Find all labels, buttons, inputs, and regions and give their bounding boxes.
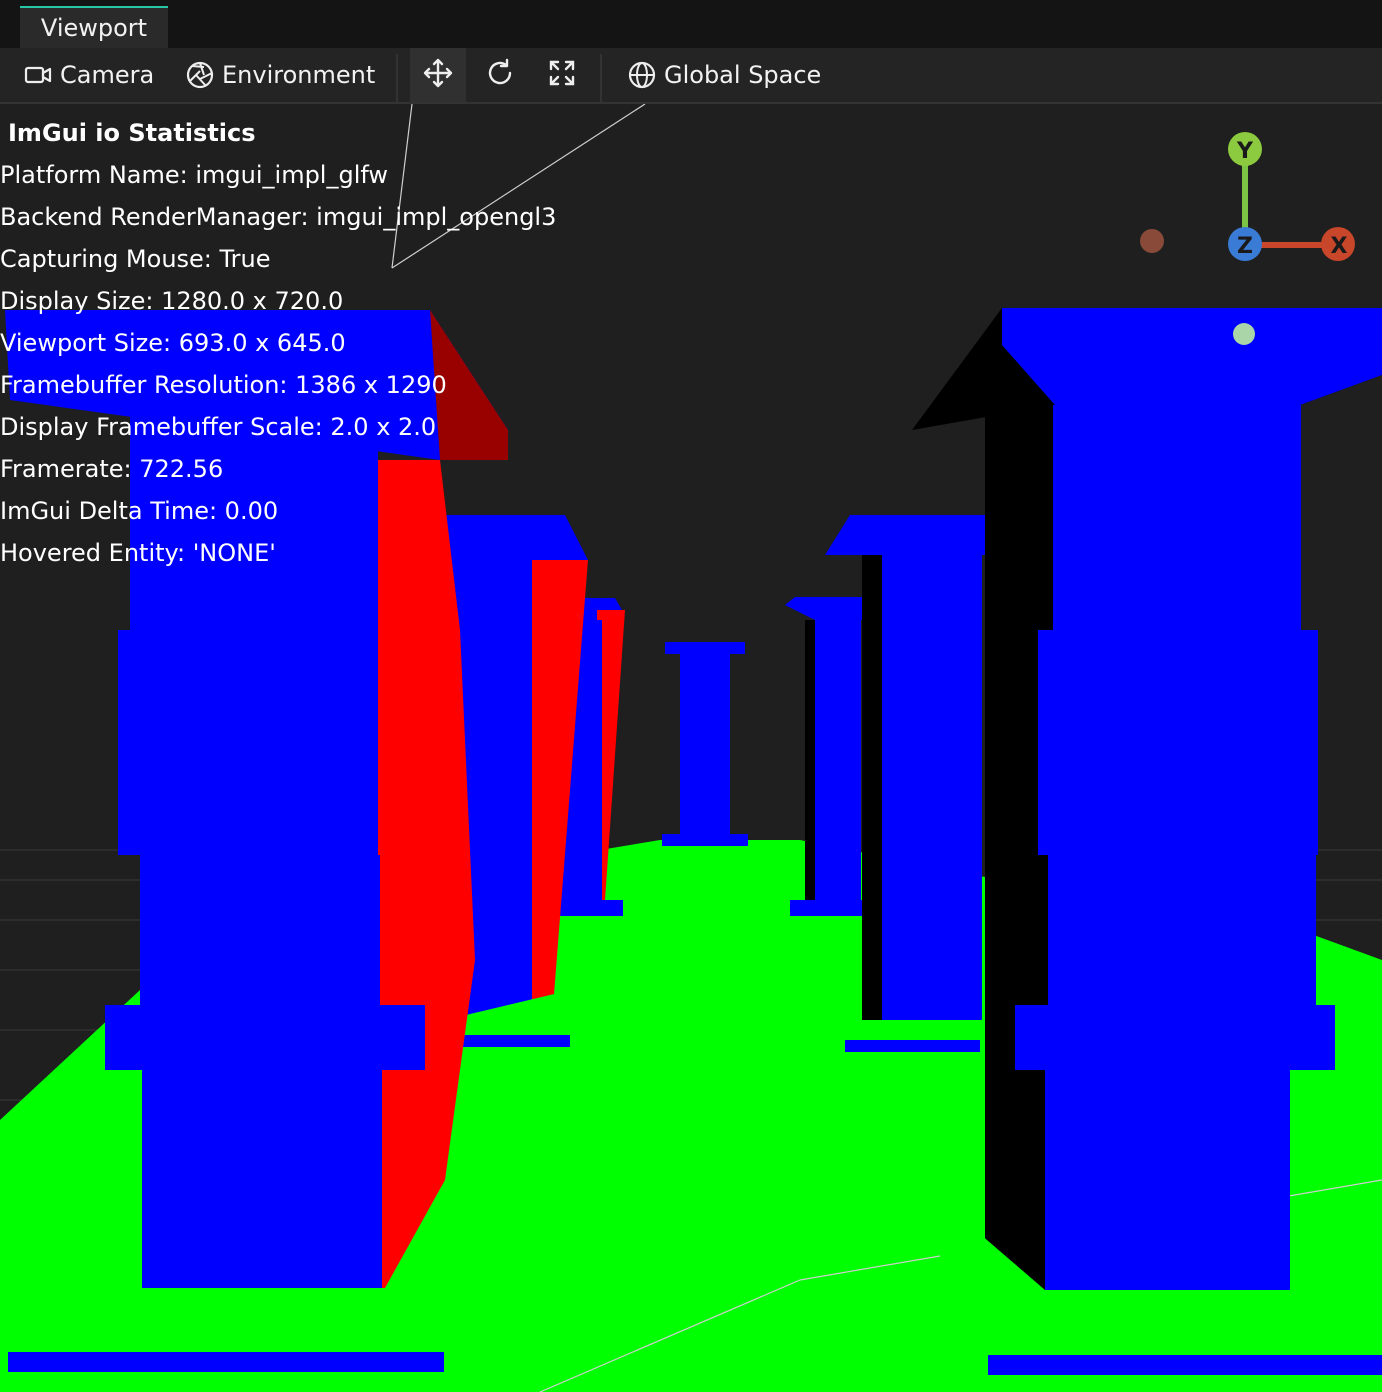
light-gizmo[interactable] [1233, 323, 1255, 345]
tab-viewport[interactable]: Viewport [20, 6, 168, 48]
stat-framebuffer-scale: Display Framebuffer Scale: 2.0 x 2.0 [0, 413, 437, 441]
scale-tool-button[interactable] [534, 48, 590, 102]
video-camera-icon [24, 61, 52, 89]
stat-capturing-mouse: Capturing Mouse: True [0, 245, 271, 273]
stat-platform-name: Platform Name: imgui_impl_glfw [0, 161, 389, 189]
camera-label: Camera [60, 61, 155, 89]
environment-button[interactable]: Environment [186, 48, 375, 102]
z-axis-label: Z [1237, 234, 1253, 259]
global-space-label: Global Space [664, 61, 822, 89]
x-axis-label: X [1331, 234, 1348, 259]
move-arrows-icon [423, 58, 453, 92]
viewport-toolbar: Camera Environment Global Space [0, 48, 1382, 104]
stat-hovered-entity: Hovered Entity: 'NONE' [0, 539, 276, 567]
stats-title: ImGui io Statistics [8, 119, 256, 147]
camera-button[interactable]: Camera [24, 48, 154, 102]
globe-icon [628, 61, 656, 89]
negative-x-handle[interactable] [1140, 229, 1164, 253]
aperture-icon [186, 61, 214, 89]
stat-viewport-size: Viewport Size: 693.0 x 645.0 [0, 329, 346, 357]
stat-framerate: Framerate: 722.56 [0, 455, 224, 483]
tab-bar: Viewport [0, 0, 1382, 48]
stat-delta-time: ImGui Delta Time: 0.00 [0, 497, 279, 525]
expand-icon [547, 58, 577, 92]
rotate-tool-button[interactable] [472, 48, 528, 102]
translate-tool-button[interactable] [410, 48, 466, 102]
y-axis-label: Y [1236, 139, 1254, 164]
stat-framebuffer-resolution: Framebuffer Resolution: 1386 x 1290 [0, 371, 447, 399]
imgui-statistics-overlay: ImGui io Statistics Platform Name: imgui… [0, 112, 556, 574]
stat-backend-render-manager: Backend RenderManager: imgui_impl_opengl… [0, 203, 557, 231]
stat-display-size: Display Size: 1280.0 x 720.0 [0, 287, 344, 315]
rotate-icon [485, 58, 515, 92]
toolbar-divider [396, 54, 398, 102]
toolbar-divider [600, 54, 602, 102]
axis-gizmo[interactable]: Y Z X [1120, 120, 1360, 280]
environment-label: Environment [222, 61, 376, 89]
global-space-button[interactable]: Global Space [628, 48, 821, 102]
